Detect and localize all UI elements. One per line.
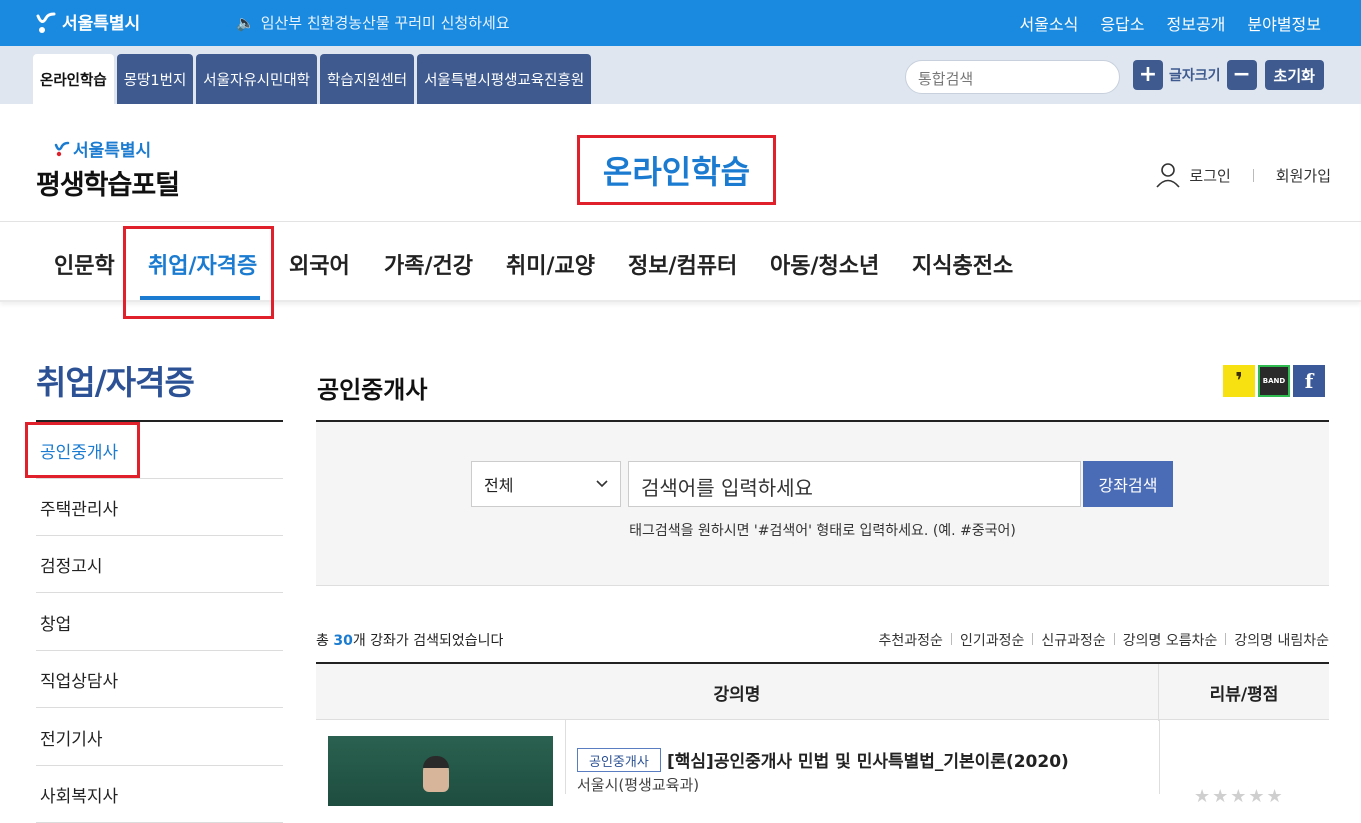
facebook-share-icon[interactable]: f [1293, 365, 1325, 397]
seoul-logo-text: 서울특별시 [62, 14, 141, 34]
category-family-health[interactable]: 가족/건강 [384, 248, 473, 280]
tab-lifelong-edu-institute[interactable]: 서울특별시평생교육진흥원 [417, 54, 592, 104]
sort-name-asc[interactable]: 강의명 오름차순 [1123, 630, 1218, 650]
sidebar-item-housing-manager[interactable]: 주택관리사 [36, 479, 283, 536]
search-scope-select[interactable]: 전체 [471, 461, 621, 507]
band-share-label: BAND [1262, 377, 1286, 385]
sidebar-item-startup[interactable]: 창업 [36, 594, 283, 651]
course-tag[interactable]: 공인중개사 [577, 748, 661, 772]
category-child-youth[interactable]: 아동/청소년 [770, 248, 879, 280]
result-count-number: 30 [333, 633, 353, 649]
tab-online-learning[interactable]: 온라인학습 [33, 54, 114, 104]
global-search-input[interactable]: 통합검색 [905, 60, 1120, 94]
sidebar-item-electrical-engineer[interactable]: 전기기사 [36, 709, 283, 766]
result-count-prefix: 총 [316, 633, 334, 649]
column-header-title: 강의명 [316, 664, 1159, 721]
active-category-underline [140, 296, 260, 300]
row-divider [565, 720, 566, 794]
site-tab-bar: 온라인학습 몽땅1번지 서울자유시민대학 학습지원센터 서울특별시평생교육진흥원… [0, 46, 1361, 104]
top-link-response[interactable]: 응답소 [1100, 11, 1144, 35]
font-decrease-button[interactable]: − [1226, 60, 1257, 90]
category-nav: 인문학 취업/자격증 외국어 가족/건강 취미/교양 정보/컴퓨터 아동/청소년… [0, 222, 1361, 302]
category-knowledge-station[interactable]: 지식충전소 [912, 248, 1013, 280]
auth-links: 로그인 회원가입 [1155, 162, 1331, 188]
result-count-suffix: 개 강좌가 검색되었습니다 [352, 633, 504, 649]
portal-header: 서울특별시 평생학습포털 온라인학습 로그인 회원가입 [0, 104, 1361, 222]
top-bar: 서울특별시 🔈 임산부 친환경농산물 꾸러미 신청하세요 서울소식 응답소 정보… [0, 0, 1361, 46]
portal-logo-city: 서울특별시 [73, 141, 152, 161]
portal-logo-name: 평생학습포털 [36, 170, 180, 201]
band-share-icon[interactable]: BAND [1258, 365, 1290, 397]
sort-popular[interactable]: 인기과정순 [960, 630, 1024, 650]
sort-recommended[interactable]: 추천과정순 [879, 630, 943, 650]
tab-mongttang[interactable]: 몽땅1번지 [116, 54, 194, 104]
auth-divider [1252, 168, 1254, 182]
top-link-disclosure[interactable]: 정보공개 [1167, 11, 1226, 35]
sidebar-item-social-worker[interactable]: 사회복지사 [36, 766, 283, 823]
notice-text: 임산부 친환경농산물 꾸러미 신청하세요 [260, 14, 510, 32]
lecturer-hair [423, 756, 449, 768]
font-size-label: 글자크기 [1169, 68, 1221, 84]
search-scope-value: 전체 [484, 476, 514, 495]
sidebar-item-career-counselor[interactable]: 직업상담사 [36, 651, 283, 708]
category-hobby-culture[interactable]: 취미/교양 [506, 248, 595, 280]
notice-banner[interactable]: 🔈 임산부 친환경농산물 꾸러미 신청하세요 [236, 12, 510, 33]
login-link[interactable]: 로그인 [1155, 162, 1231, 188]
site-tabs: 온라인학습 몽땅1번지 서울자유시민대학 학습지원센터 서울특별시평생교육진흥원 [33, 54, 592, 104]
font-size-controls: + 글자크기 − 초기화 [1133, 60, 1324, 90]
sort-divider [1032, 633, 1034, 645]
tag-search-hint: 태그검색을 원하시면 '#검색어' 형태로 입력하세요. (예. #중국어) [629, 523, 1016, 539]
content-title: 공인중개사 [317, 376, 428, 404]
category-humanities[interactable]: 인문학 [54, 248, 115, 280]
table-row[interactable]: 공인중개사 [핵심]공인중개사 민법 및 민사특별법_기본이론(2020) 서울… [316, 720, 1329, 807]
sort-divider [950, 633, 952, 645]
sidebar-item-real-estate-agent[interactable]: 공인중개사 [36, 422, 283, 479]
category-it-computer[interactable]: 정보/컴퓨터 [628, 248, 737, 280]
course-search-input[interactable]: 검색어를 입력하세요 [628, 461, 1081, 507]
top-link-news[interactable]: 서울소식 [1019, 11, 1078, 35]
sidebar-item-ged[interactable]: 검정고시 [36, 536, 283, 593]
seoul-logo[interactable]: 서울특별시 [34, 9, 140, 34]
column-header-review: 리뷰/평점 [1209, 685, 1279, 705]
share-buttons: ❜ BAND f [1223, 365, 1325, 397]
page-heading: 온라인학습 [577, 135, 776, 205]
course-search-panel: 전체 검색어를 입력하세요 강좌검색 태그검색을 원하시면 '#검색어' 형태로… [316, 420, 1329, 586]
portal-logo-small: 서울특별시 [36, 136, 179, 161]
portal-logo[interactable]: 서울특별시 평생학습포털 [36, 136, 180, 202]
sort-name-desc[interactable]: 강의명 내림차순 [1234, 630, 1329, 650]
rating-stars: ★★★★★ [1194, 786, 1285, 807]
speaker-icon: 🔈 [236, 13, 255, 32]
category-foreign-language[interactable]: 외국어 [289, 248, 350, 280]
font-increase-button[interactable]: + [1133, 60, 1163, 90]
seoul-logo-icon [36, 12, 56, 33]
sort-options: 추천과정순 인기과정순 신규과정순 강의명 오름차순 강의명 내림차순 [879, 630, 1329, 650]
category-employment[interactable]: 취업/자격증 [148, 248, 257, 280]
seoul-mark-icon [54, 141, 70, 156]
login-label: 로그인 [1189, 166, 1231, 185]
sidebar-title: 취업/자격증 [36, 363, 195, 402]
signup-link[interactable]: 회원가입 [1276, 165, 1331, 186]
course-title-link[interactable]: [핵심]공인중개사 민법 및 민사특별법_기본이론(2020) [667, 747, 1069, 772]
course-search-button[interactable]: 강좌검색 [1083, 461, 1173, 507]
course-thumbnail[interactable] [328, 736, 553, 806]
chevron-down-icon [596, 480, 608, 488]
sort-divider [1113, 633, 1115, 645]
sort-divider [1225, 633, 1227, 645]
tab-learning-support[interactable]: 학습지원센터 [320, 54, 415, 104]
row-divider [1159, 720, 1160, 794]
top-links: 서울소식 응답소 정보공개 분야별정보 [1019, 11, 1321, 35]
course-table-header: 강의명 리뷰/평점 [316, 662, 1329, 721]
font-reset-button[interactable]: 초기화 [1264, 60, 1324, 90]
sort-newest[interactable]: 신규과정순 [1041, 630, 1105, 650]
course-department: 서울시(평생교육과) [577, 776, 700, 794]
kakaostory-share-icon[interactable]: ❜ [1223, 365, 1255, 397]
tab-free-citizen-univ[interactable]: 서울자유시민대학 [196, 54, 318, 104]
result-count: 총 30개 강좌가 검색되었습니다 [316, 630, 503, 650]
top-link-fields[interactable]: 분야별정보 [1247, 11, 1321, 35]
user-icon [1156, 163, 1181, 188]
